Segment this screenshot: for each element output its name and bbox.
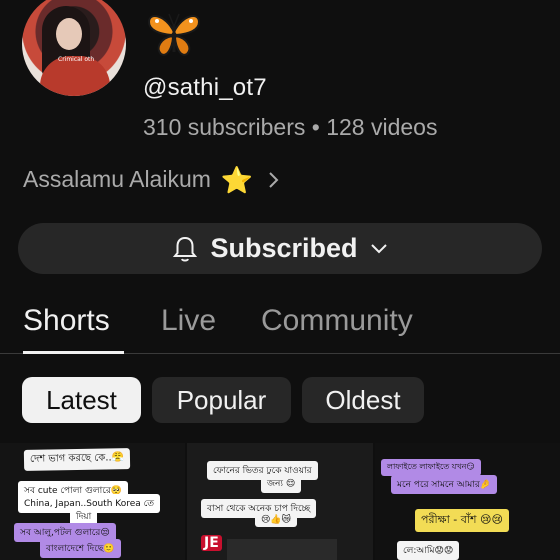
thumbnail-caption: মনে পরে সামনে আমার🤌	[391, 475, 498, 494]
chevron-right-icon	[269, 171, 279, 188]
short-thumbnail[interactable]: ফোনের ভিতর ঢুকে যাওয়ার জন্য 😌 বাসা থেকে…	[187, 443, 373, 560]
filter-popular[interactable]: Popular	[152, 377, 291, 423]
active-tab-indicator	[23, 351, 124, 354]
thumbnail-caption: দেশ ভাগ করছে কে..😤	[23, 448, 131, 471]
thumbnail-caption: বাংলাদেশে দিছে🙂	[40, 539, 121, 558]
star-emoji: ⭐	[220, 164, 254, 195]
channel-tabs: Shorts Live Community	[0, 296, 560, 354]
thumbnail-caption: JE	[201, 535, 222, 551]
bio-text: Assalamu Alaikum	[23, 166, 211, 192]
thumbnail-image	[227, 539, 337, 560]
subscribed-label: Subscribed	[210, 233, 358, 263]
channel-handle: @sathi_ot7	[143, 74, 267, 101]
bell-icon	[173, 236, 198, 261]
channel-stats: 310 subscribers • 128 videos	[143, 114, 438, 140]
avatar-label: Crimical oth	[58, 56, 95, 63]
filter-latest[interactable]: Latest	[22, 377, 141, 423]
avatar-face	[56, 18, 82, 50]
tab-community[interactable]: Community	[261, 304, 413, 338]
shorts-grid: দেশ ভাগ করছে কে..😤 সব cute পোলা গুলারে🥺 …	[0, 443, 560, 560]
channel-avatar[interactable]: Crimical oth	[22, 0, 126, 96]
thumbnail-caption: পরীক্ষা - বাঁশ 😢😢	[415, 509, 509, 532]
thumbnail-caption: জন্য 😌	[261, 474, 302, 493]
channel-description[interactable]: Assalamu Alaikum ⭐	[23, 166, 281, 193]
thumbnail-caption: লে:আমি😟😟	[397, 541, 460, 560]
short-thumbnail[interactable]: লাফাইতে লাফাইতে যখন😏 মনে পরে সামনে আমার🤌…	[375, 443, 560, 560]
butterfly-icon	[147, 13, 201, 56]
subscribed-button[interactable]: Subscribed	[18, 223, 542, 274]
tab-live[interactable]: Live	[161, 304, 216, 338]
thumbnail-caption: লাফাইতে লাফাইতে যখন😏	[381, 459, 481, 476]
thumbnail-caption: 😢👍😿	[255, 513, 297, 527]
chevron-down-icon	[370, 243, 387, 253]
filter-oldest[interactable]: Oldest	[302, 377, 424, 423]
tab-shorts[interactable]: Shorts	[23, 304, 110, 338]
short-thumbnail[interactable]: দেশ ভাগ করছে কে..😤 সব cute পোলা গুলারে🥺 …	[0, 443, 185, 560]
